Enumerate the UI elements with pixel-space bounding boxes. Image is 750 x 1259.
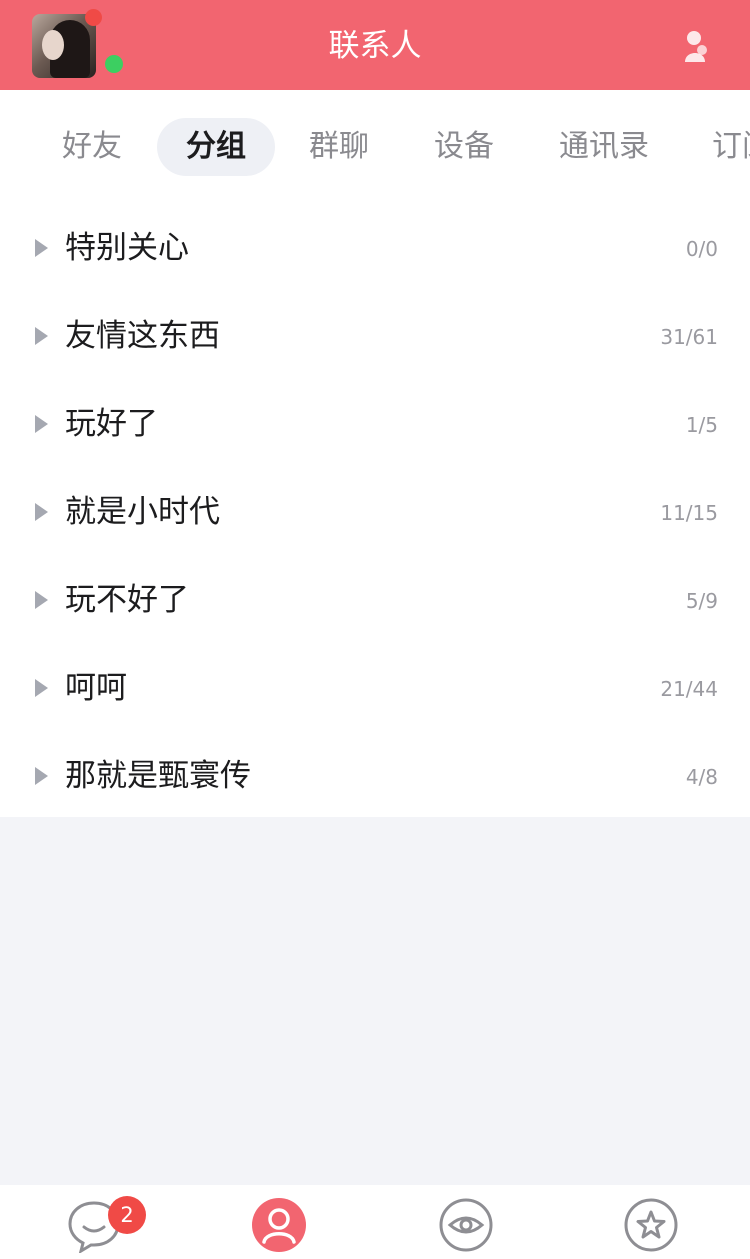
group-name: 玩好了 [65,406,158,442]
watch-icon[interactable] [438,1197,494,1253]
unread-badge: 2 [108,1196,146,1234]
tab-group-chats[interactable]: 群聊 [305,118,373,176]
group-row[interactable]: 就是小时代 11/15 [0,469,750,557]
group-name: 玩不好了 [65,582,189,618]
group-row[interactable]: 玩好了 1/5 [0,381,750,469]
group-name: 特别关心 [65,230,189,266]
group-name: 呵呵 [65,670,127,706]
group-name: 友情这东西 [65,318,220,354]
expand-arrow-icon [35,591,48,609]
group-row[interactable]: 特别关心 0/0 [0,205,750,293]
expand-arrow-icon [35,679,48,697]
contacts-icon[interactable] [251,1197,307,1253]
header-bar: 联系人 [0,0,750,90]
tab-devices[interactable]: 设备 [430,118,498,176]
contact-tabs: 好友 分组 群聊 设备 通讯录 订阅号 [0,90,750,205]
expand-arrow-icon [35,767,48,785]
group-count: 0/0 [685,237,718,261]
expand-arrow-icon [35,415,48,433]
expand-arrow-icon [35,503,48,521]
group-list: 特别关心 0/0 友情这东西 31/61 玩好了 1/5 就是小时代 11/15… [0,205,750,817]
group-row[interactable]: 玩不好了 5/9 [0,557,750,645]
tab-subscriptions[interactable]: 订阅号 [712,118,750,176]
star-icon[interactable] [623,1197,679,1253]
group-name: 就是小时代 [65,494,220,530]
group-name: 那就是甄寰传 [65,758,251,794]
group-count: 4/8 [685,765,718,789]
expand-arrow-icon [35,327,48,345]
group-row[interactable]: 友情这东西 31/61 [0,293,750,381]
tab-friends[interactable]: 好友 [58,118,126,176]
expand-arrow-icon [35,239,48,257]
tab-groups[interactable]: 分组 [157,118,275,176]
page-title: 联系人 [328,28,422,64]
group-count: 11/15 [660,501,718,525]
tab-address-book[interactable]: 通讯录 [555,118,653,176]
group-count: 31/61 [660,325,718,349]
group-count: 5/9 [685,589,718,613]
group-count: 1/5 [685,413,718,437]
group-count: 21/44 [660,677,718,701]
group-row[interactable]: 呵呵 21/44 [0,645,750,733]
profile-icon[interactable] [680,28,710,66]
group-row[interactable]: 那就是甄寰传 4/8 [0,733,750,821]
